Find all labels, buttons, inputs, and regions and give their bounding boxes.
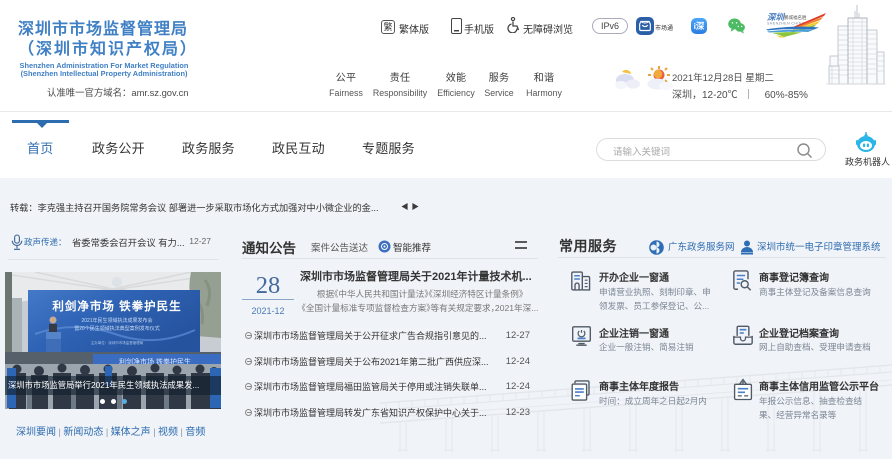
svg-text:2021年民生领域执法成果发布会: 2021年民生领域执法成果发布会 — [81, 317, 152, 324]
svg-text:暨20个民生领域执法典型案例发布仪式: 暨20个民生领域执法典型案例发布仪式 — [74, 325, 160, 332]
svg-text:主办单位：深圳市市场监督管理局: 主办单位：深圳市市场监督管理局 — [91, 340, 144, 345]
svg-text:鹏城福名胜: 鹏城福名胜 — [784, 14, 807, 21]
svg-text:利剑净市场 铁拳护民生: 利剑净市场 铁拳护民生 — [51, 299, 181, 313]
svg-text:深圳: 深圳 — [767, 12, 786, 22]
